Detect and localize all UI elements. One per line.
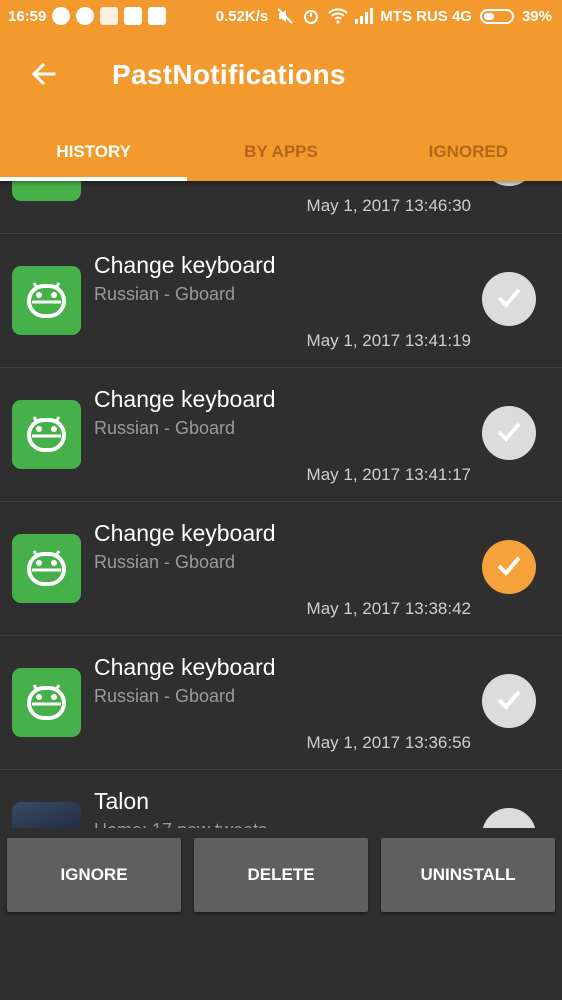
battery-percent: 39% (521, 7, 552, 25)
wifi-icon (328, 7, 348, 25)
talon-icon (12, 802, 81, 828)
arrow-left-icon (30, 60, 58, 93)
list-item[interactable]: Change keyboard Russian - Gboard May 1, … (0, 368, 562, 502)
notification-title: Talon (94, 788, 149, 814)
notification-title: Change keyboard (94, 252, 276, 278)
notification-time: May 1, 2017 13:36:56 (306, 733, 471, 752)
carrier-name: MTS RUS 4G (380, 7, 472, 25)
play-store-icon (148, 7, 167, 25)
android-icon (12, 400, 81, 469)
page-title: PastNotifications (112, 59, 346, 90)
android-icon (12, 668, 81, 737)
notification-list[interactable]: May 1, 2017 13:46:30 Change keyboard Rus… (0, 181, 562, 828)
check-toggle[interactable] (482, 181, 536, 186)
check-toggle[interactable] (482, 674, 536, 728)
notification-time: May 1, 2017 13:41:17 (306, 465, 471, 484)
delete-button[interactable]: DELETE (194, 838, 368, 912)
notification-subtitle: Russian - Gboard (94, 686, 236, 706)
check-icon (493, 683, 525, 720)
check-icon (493, 281, 525, 318)
alarm-icon (302, 7, 320, 25)
ignore-button[interactable]: IGNORE (7, 838, 181, 912)
notification-time: May 1, 2017 13:46:30 (306, 196, 471, 215)
action-bar: IGNORE DELETE UNINSTALL (0, 828, 562, 1000)
tab-ignored[interactable]: IGNORED (375, 122, 562, 181)
list-item[interactable]: Change keyboard Russian - Gboard May 1, … (0, 234, 562, 368)
notification-subtitle: Home: 17 new tweets (94, 820, 267, 828)
whatsapp-icon (76, 7, 95, 25)
tab-by-apps[interactable]: BY APPS (187, 122, 374, 181)
alert-app-icon (124, 7, 143, 25)
notification-title: Change keyboard (94, 520, 276, 546)
status-bar: 16:59 0.52K/s MTS RUS 4G 39% (0, 0, 562, 32)
check-toggle[interactable] (482, 406, 536, 460)
tab-history[interactable]: HISTORY (0, 122, 188, 181)
list-item[interactable]: Change keyboard Russian - Gboard May 1, … (0, 636, 562, 770)
back-button[interactable] (24, 56, 64, 96)
telegram-icon (52, 7, 71, 25)
list-item[interactable]: Talon Home: 17 new tweets (0, 770, 562, 828)
notification-subtitle: Russian - Gboard (94, 418, 236, 438)
mute-icon (276, 7, 294, 25)
battery-icon (479, 8, 514, 24)
list-item[interactable]: May 1, 2017 13:46:30 (0, 181, 562, 234)
uninstall-button[interactable]: UNINSTALL (381, 838, 555, 912)
notification-title: Change keyboard (94, 654, 276, 680)
notification-title: Change keyboard (94, 386, 276, 412)
notification-time: May 1, 2017 13:38:42 (306, 599, 471, 618)
signal-icon (354, 7, 374, 25)
status-left: 16:59 (8, 7, 167, 25)
check-icon (493, 415, 525, 452)
check-toggle[interactable] (482, 272, 536, 326)
status-time: 16:59 (8, 7, 47, 25)
app-header: 16:59 0.52K/s MTS RUS 4G 39% PastNotific… (0, 0, 562, 181)
network-speed: 0.52K/s (215, 7, 269, 25)
check-icon (493, 549, 525, 586)
status-right: 0.52K/s MTS RUS 4G 39% (216, 7, 552, 25)
notification-time: May 1, 2017 13:41:19 (306, 331, 471, 350)
notification-subtitle: Russian - Gboard (94, 552, 236, 572)
check-toggle[interactable] (482, 808, 536, 828)
android-icon (12, 266, 81, 335)
notification-subtitle: Russian - Gboard (94, 284, 236, 304)
tab-bar: HISTORY BY APPS IGNORED (0, 122, 562, 181)
android-icon (12, 181, 81, 201)
list-item[interactable]: Change keyboard Russian - Gboard May 1, … (0, 502, 562, 636)
check-toggle-selected[interactable] (482, 540, 536, 594)
toolbar: PastNotifications (0, 32, 562, 122)
android-icon (12, 534, 81, 603)
activity-icon (100, 7, 119, 25)
